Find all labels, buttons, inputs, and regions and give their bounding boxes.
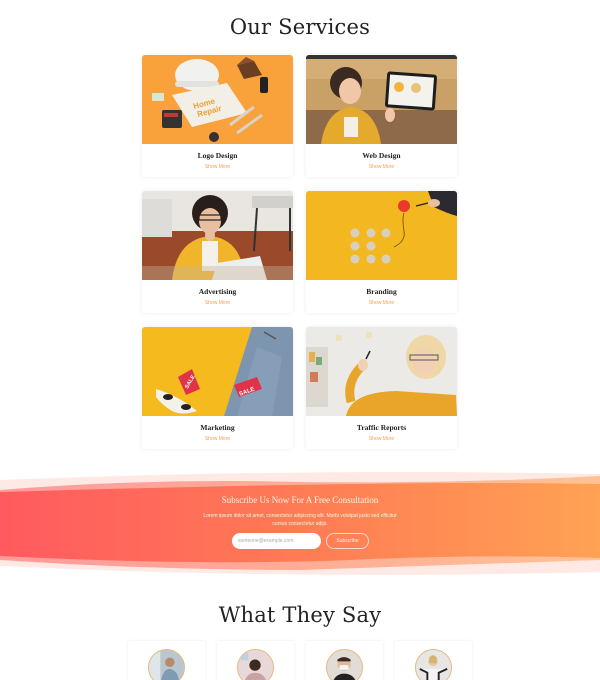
service-card-branding[interactable]: Branding Show More [306, 191, 457, 313]
woman-thinking-at-laptop-image [142, 191, 293, 280]
service-card-advertising[interactable]: Advertising Show More [142, 191, 293, 313]
testimonial-card [128, 641, 205, 680]
show-more-link[interactable]: Show More [142, 300, 293, 306]
testimonial-card [395, 641, 472, 680]
show-more-link[interactable]: Show More [142, 164, 293, 170]
email-input[interactable] [232, 533, 321, 549]
show-more-link[interactable]: Show More [306, 436, 457, 442]
testimonial-card [217, 641, 294, 680]
man-in-office-avatar [148, 649, 185, 680]
services-heading: Our Services [229, 15, 371, 39]
woman-writing-on-glass-image [306, 327, 457, 416]
sale-tags-jeans-sunglasses-image: SALE SALE [142, 327, 293, 416]
service-name: Branding [366, 287, 397, 296]
woman-arms-raised-avatar [415, 649, 452, 680]
service-name: Traffic Reports [356, 423, 407, 432]
service-card-web-design[interactable]: Web Design Show More [306, 55, 457, 177]
service-card-marketing[interactable]: SALE SALE Marketing Show More [142, 327, 293, 449]
service-name: Web Design [362, 151, 401, 160]
show-more-link[interactable]: Show More [306, 164, 457, 170]
man-with-mask-avatar [326, 649, 363, 680]
testimonial-card [306, 641, 383, 680]
woman-holding-tablet-image [306, 55, 457, 144]
subscribe-button[interactable]: Subscribe [326, 533, 369, 549]
testimonials-heading: What They Say [218, 603, 382, 627]
service-card-traffic-reports[interactable]: Traffic Reports Show More [306, 327, 457, 449]
subscribe-heading: Subscribe Us Now For A Free Consultation [221, 495, 379, 505]
man-smiling-avatar [237, 649, 274, 680]
show-more-link[interactable]: Show More [306, 300, 457, 306]
service-name: Advertising [198, 287, 237, 296]
show-more-link[interactable]: Show More [142, 436, 293, 442]
home-repair-tools-image: Home Repair [142, 55, 293, 144]
service-card-logo-design[interactable]: Home Repair Logo Design Show More [142, 55, 293, 177]
subscribe-description: Lorem ipsum dolor sit amet, consectetur … [203, 513, 397, 527]
service-name: Logo Design [197, 151, 238, 160]
wooden-pegs-red-circle-image [306, 191, 457, 280]
service-name: Marketing [200, 423, 235, 432]
